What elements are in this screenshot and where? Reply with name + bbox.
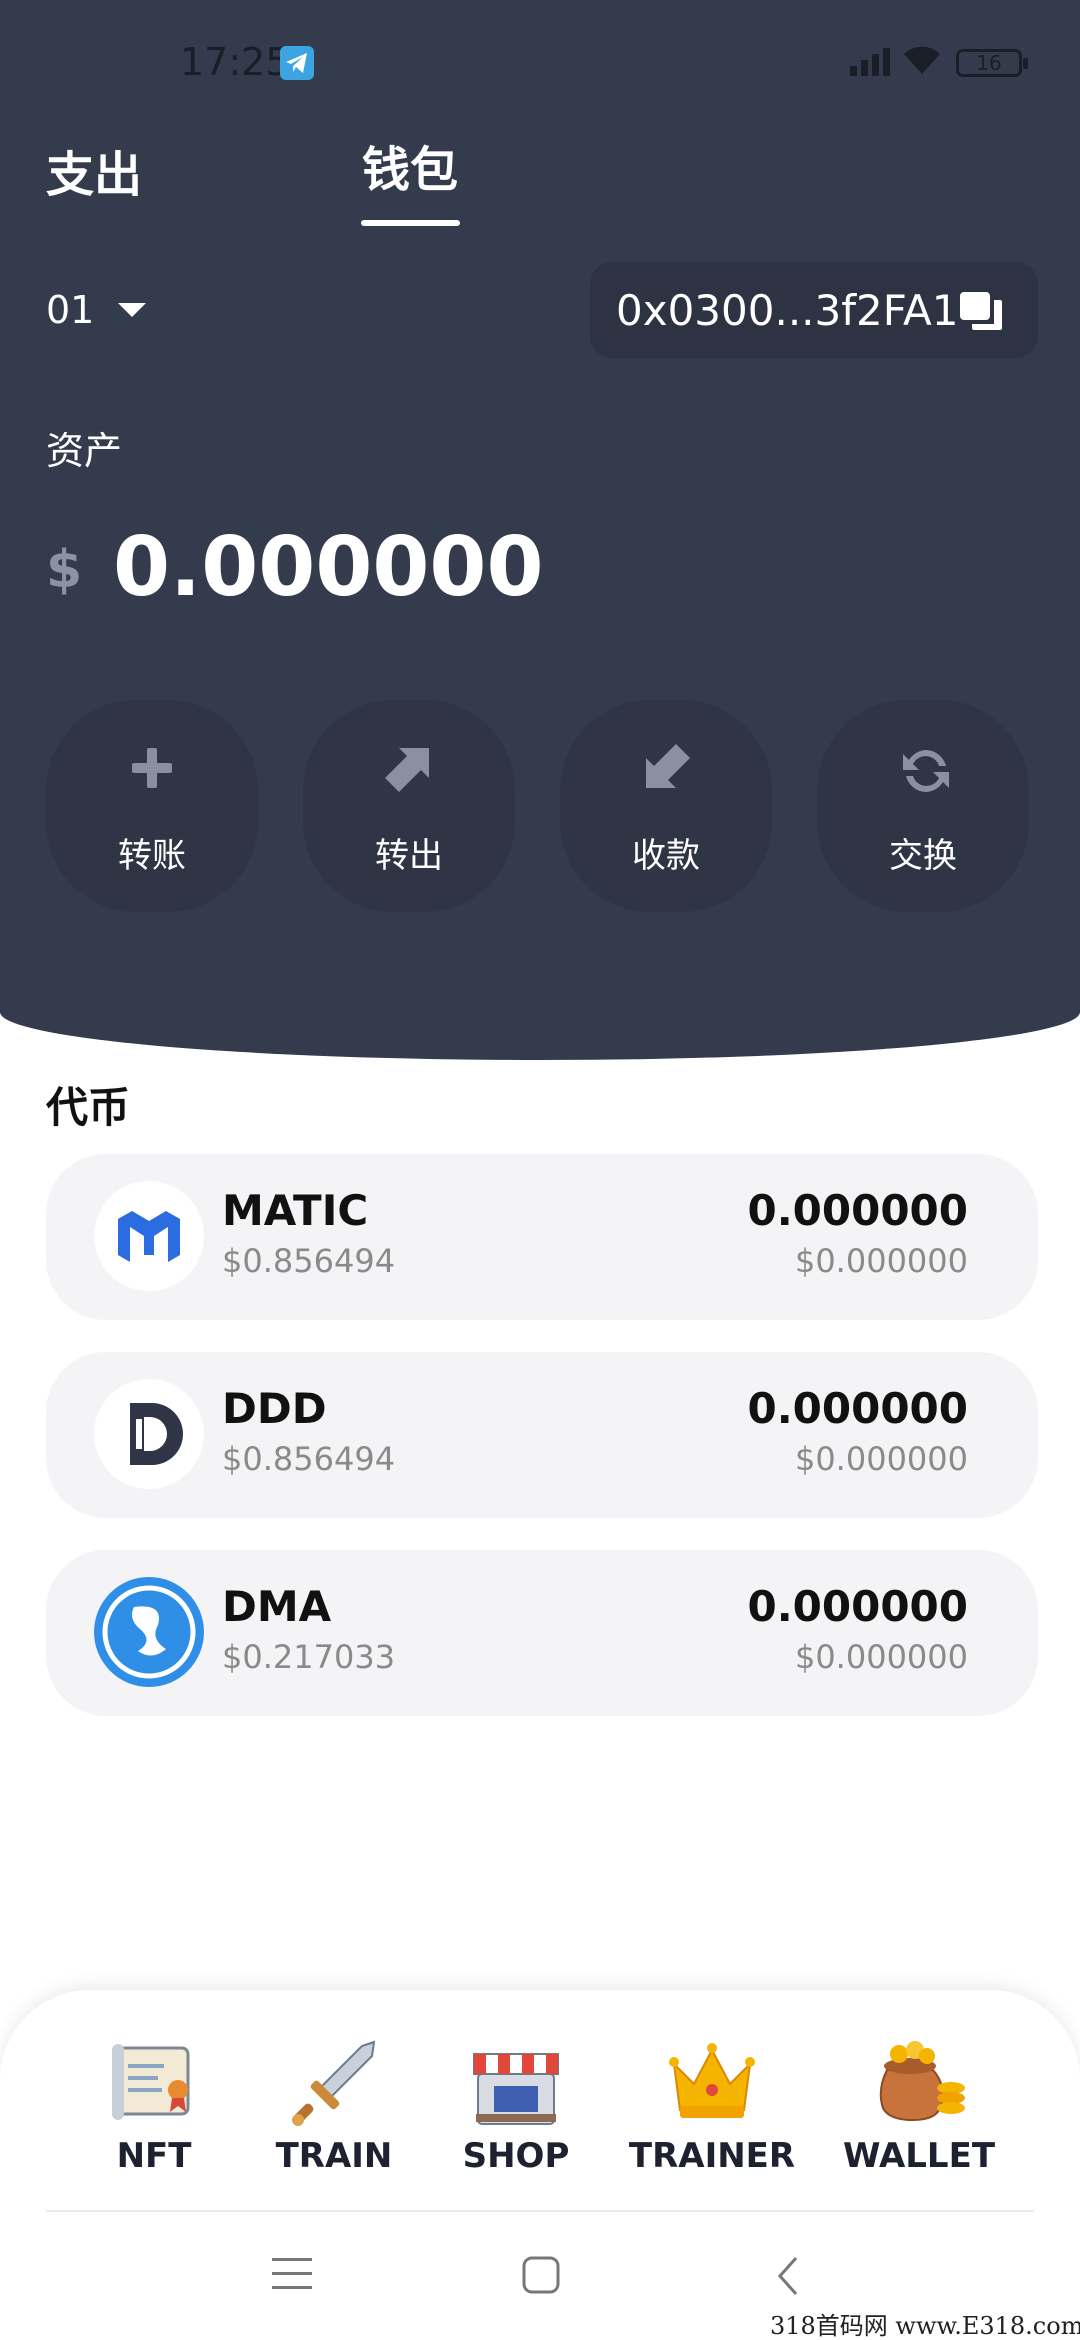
tokens-section-title: 代币 (46, 1083, 131, 1132)
nav-label: NFT (116, 2136, 192, 2176)
nav-label: TRAINER (628, 2136, 796, 2176)
money-bag-icon (869, 2040, 969, 2128)
copy-icon[interactable] (960, 292, 1004, 336)
swap-button[interactable]: 交换 (817, 700, 1029, 912)
token-price: $0.856494 (222, 1242, 396, 1280)
token-name: MATIC (222, 1186, 369, 1235)
token-value: $0.000000 (794, 1638, 968, 1676)
back-icon[interactable] (776, 2256, 800, 2300)
nav-label: WALLET (842, 2136, 996, 2176)
status-time: 17:25 (180, 40, 290, 84)
transfer-label: 转账 (118, 836, 186, 876)
refresh-icon (899, 744, 949, 792)
telegram-icon (280, 46, 314, 80)
home-icon[interactable] (522, 2256, 560, 2298)
crown-icon (666, 2040, 758, 2128)
tab-wallet[interactable]: 钱包 (362, 130, 458, 200)
token-row-matic[interactable]: MATIC $0.856494 0.000000 $0.000000 (46, 1154, 1038, 1320)
nav-label: SHOP (462, 2136, 570, 2176)
wallet-address: 0x0300...3f2FA1 (616, 286, 959, 335)
scroll-certificate-icon (108, 2040, 200, 2128)
token-name: DMA (222, 1582, 332, 1631)
battery-indicator: 16 (956, 49, 1028, 77)
token-value: $0.000000 (794, 1242, 968, 1280)
matic-logo-icon (94, 1181, 204, 1291)
status-bar: 17:25 16 (0, 0, 1080, 120)
watermark: 318首码网 www.E318.com (770, 2312, 1080, 2340)
token-amount: 0.000000 (747, 1384, 968, 1433)
swap-label: 交换 (889, 836, 957, 876)
nav-divider (46, 2210, 1034, 2212)
token-amount: 0.000000 (747, 1186, 968, 1235)
token-name: DDD (222, 1384, 327, 1433)
wifi-icon (902, 44, 942, 80)
tab-active-indicator (361, 220, 460, 226)
send-out-button[interactable]: 转出 (303, 700, 515, 912)
menu-icon[interactable] (272, 2256, 312, 2296)
receive-button[interactable]: 收款 (560, 700, 772, 912)
total-balance: 0.000000 (113, 520, 544, 615)
sword-icon (288, 2040, 380, 2132)
receive-label: 收款 (632, 836, 700, 876)
send-out-label: 转出 (375, 836, 443, 876)
address-copy-button[interactable]: 0x0300...3f2FA1 (590, 262, 1038, 358)
token-price: $0.856494 (222, 1440, 396, 1478)
ddd-logo-icon (94, 1379, 204, 1489)
shop-icon (470, 2040, 562, 2132)
token-price: $0.217033 (222, 1638, 396, 1676)
token-row-dma[interactable]: DMA $0.217033 0.000000 $0.000000 (46, 1550, 1038, 1716)
tab-spend[interactable]: 支出 (46, 135, 142, 205)
account-selector[interactable]: 01 (46, 288, 94, 332)
token-amount: 0.000000 (747, 1582, 968, 1631)
dma-logo-icon (94, 1577, 204, 1687)
token-row-ddd[interactable]: DDD $0.856494 0.000000 $0.000000 (46, 1352, 1038, 1518)
token-value: $0.000000 (794, 1440, 968, 1478)
caret-down-icon[interactable] (118, 303, 146, 317)
nav-label: TRAIN (275, 2136, 393, 2176)
signal-icon (850, 48, 894, 80)
transfer-button[interactable]: 转账 (46, 700, 258, 912)
assets-label: 资产 (46, 429, 123, 473)
plus-icon (128, 744, 176, 792)
arrow-down-left-icon (642, 744, 690, 792)
currency-symbol: $ (46, 540, 83, 600)
arrow-up-right-icon (385, 744, 433, 792)
